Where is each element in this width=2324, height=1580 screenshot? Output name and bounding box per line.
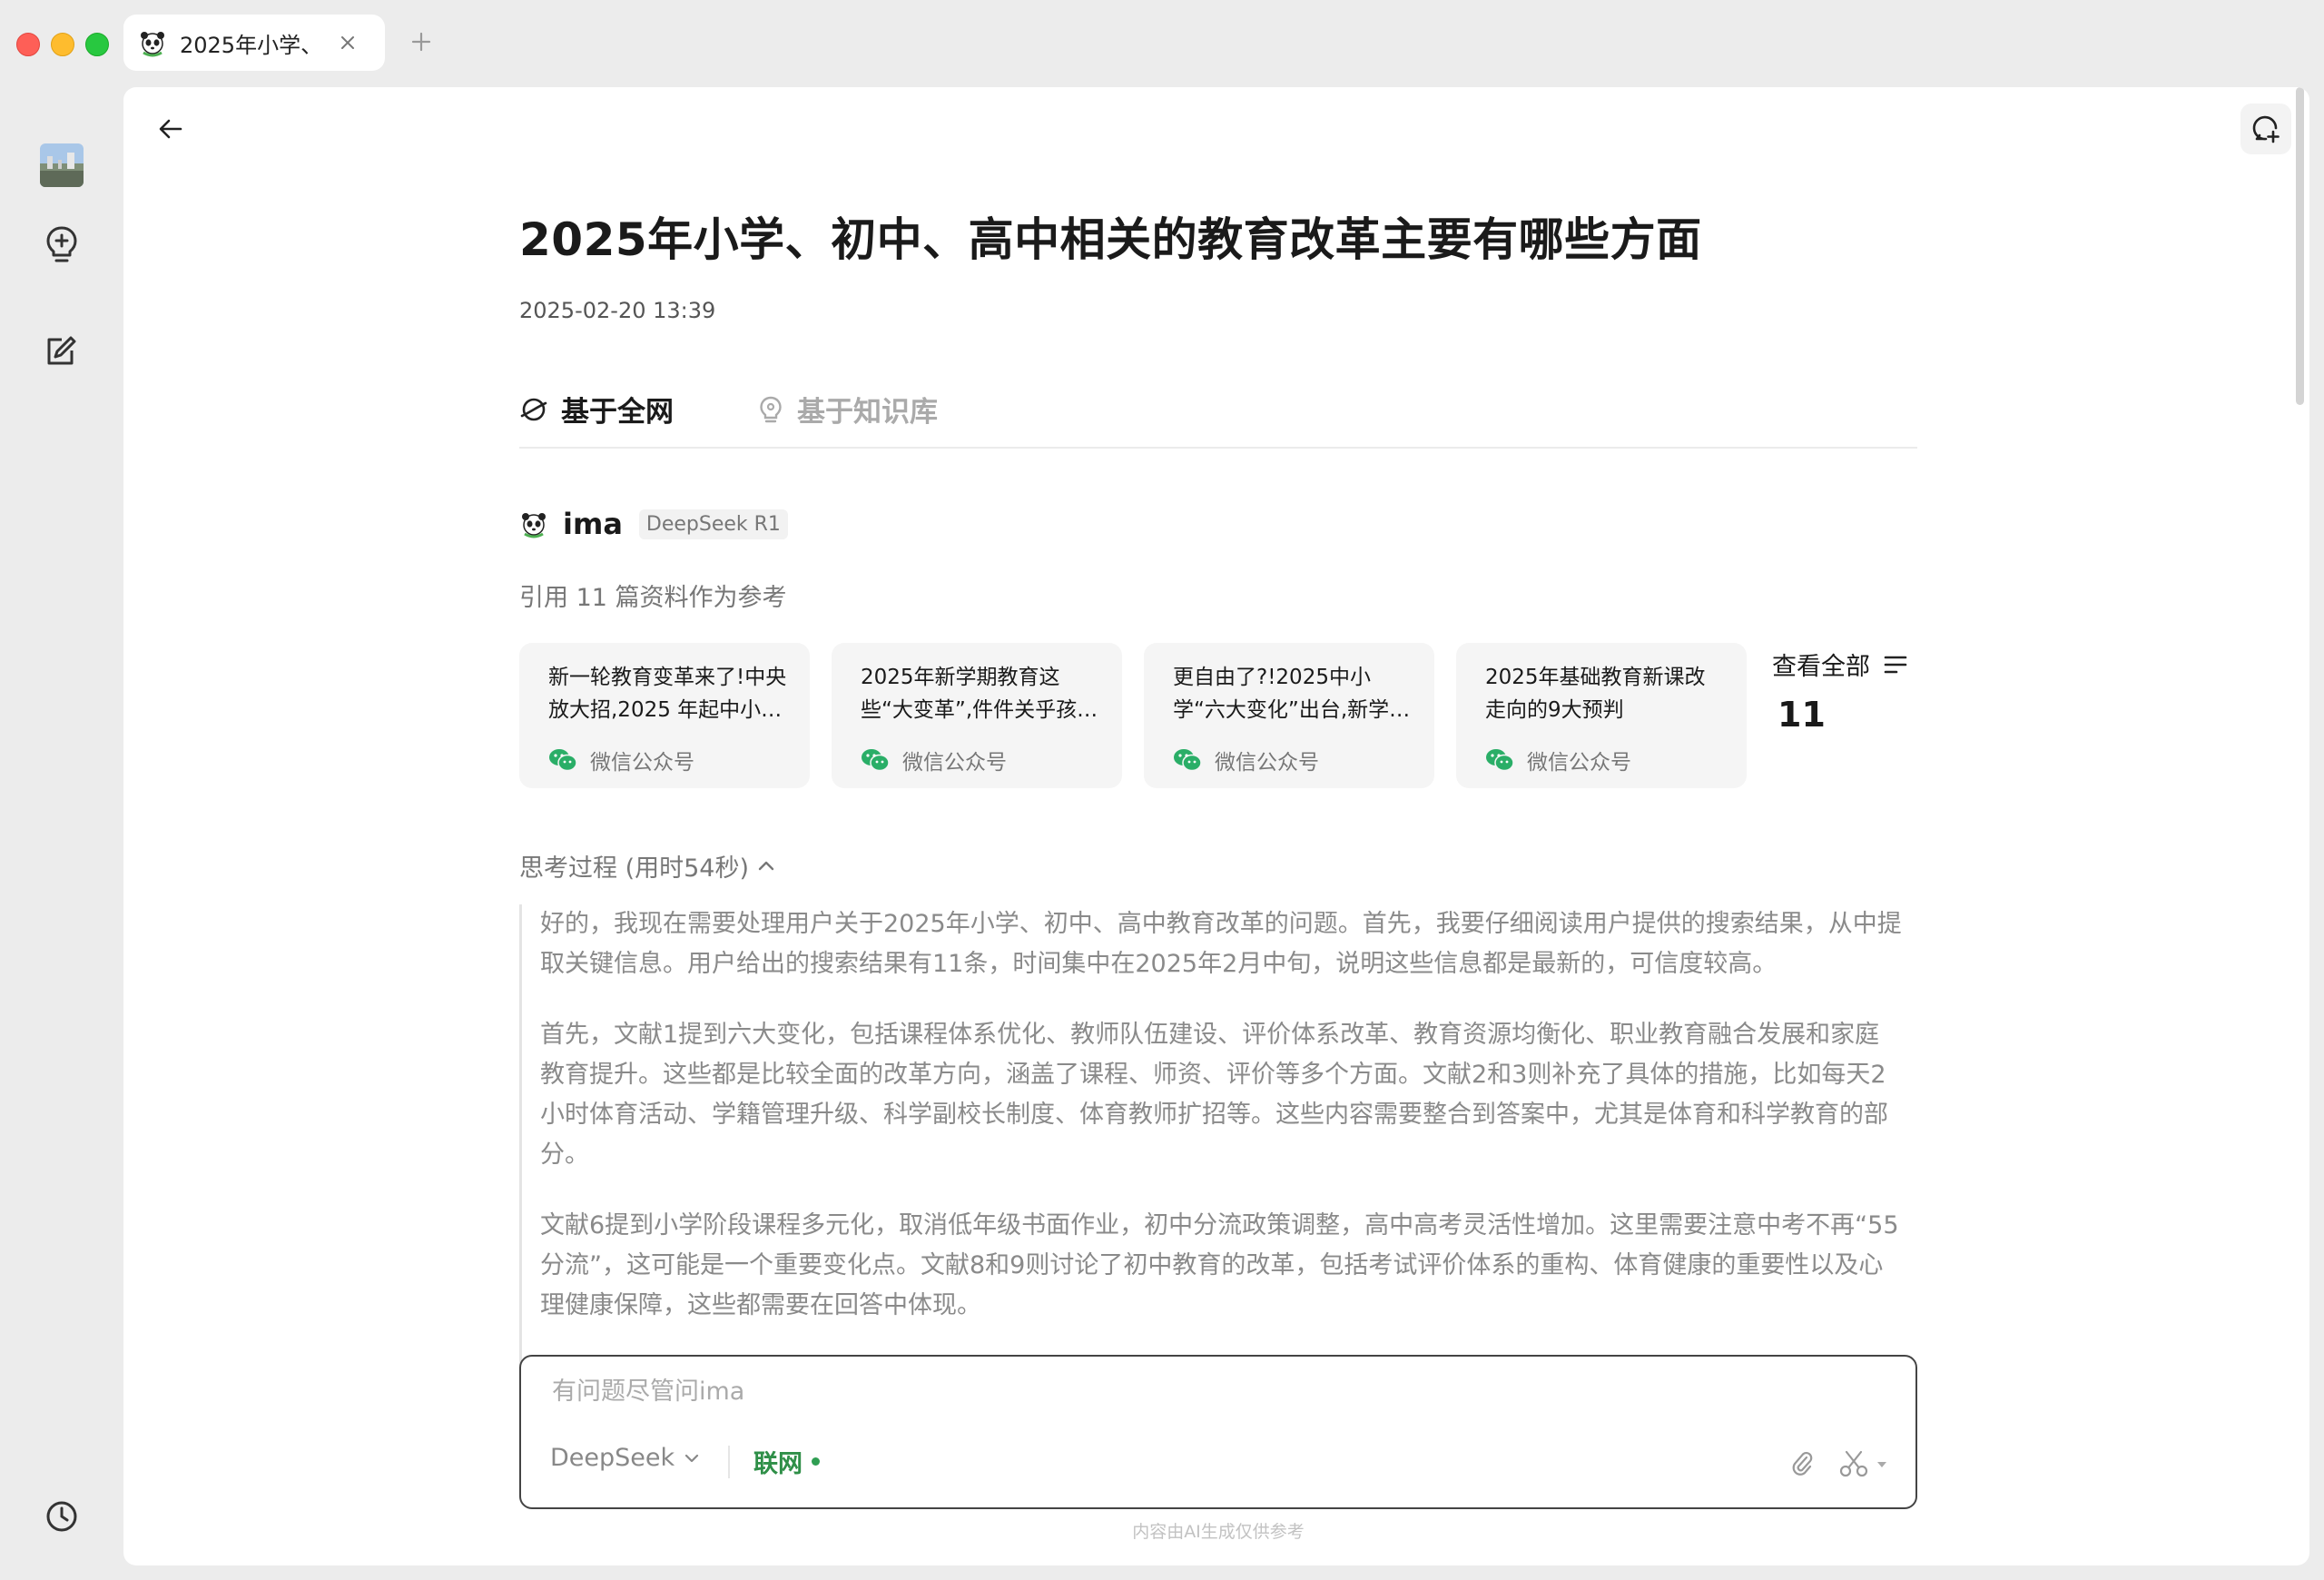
wechat-icon [1174,749,1202,772]
reference-source: 微信公众号 [1173,745,1319,775]
close-icon[interactable] [338,33,358,53]
sidebar-item-ask[interactable] [36,220,87,271]
reference-card[interactable]: 2025年基础教育新课改走向的9大预判 微信公众号 [1456,643,1747,788]
avatar[interactable] [40,143,84,187]
screenshot-options[interactable] [1876,1458,1888,1471]
reference-source: 微信公众号 [548,745,694,775]
question-input[interactable] [550,1377,1861,1407]
screenshot-button[interactable] [1836,1447,1872,1480]
web-search-label: 联网 [753,1450,803,1478]
reference-source-label: 微信公众号 [902,751,1007,775]
tab-knowledge-base-label: 基于知识库 [797,396,938,429]
page-title: 2025年小学、初中、高中相关的教育改革主要有哪些方面 [519,213,1702,266]
source-tabs: 基于全网 基于知识库 [519,376,1917,449]
reference-title: 新一轮教育变革来了!中央放大招,2025 年起中小学迎来六大变化 [548,666,787,722]
main-panel: 2025年小学、初中、高中相关的教育改革主要有哪些方面 2025-02-20 1… [123,87,2309,1565]
avatar-image [40,143,84,187]
chevron-down-icon [685,1454,699,1462]
model-selector[interactable]: DeepSeek [550,1444,702,1472]
back-button[interactable] [145,104,196,154]
scrollbar-thumb[interactable] [2296,87,2304,405]
references-label: 引用 11 篇资料作为参考 [519,584,787,612]
thinking-content: 好的，我现在需要处理用户关于2025年小学、初中、高中教育改革的问题。首先，我要… [519,904,1920,1431]
model-selector-label: DeepSeek [550,1444,675,1472]
thinking-paragraph: 首先，文献1提到六大变化，包括课程体系优化、教师队伍建设、评价体系改革、教育资源… [540,1021,1888,1169]
new-chat-button[interactable] [2240,104,2291,154]
reference-source-label: 微信公众号 [590,751,694,775]
scrollbar[interactable] [2291,87,2309,1565]
history-clock-icon [46,1501,77,1532]
sidebar-item-notes[interactable] [36,325,87,376]
chevron-up-icon [758,861,774,870]
wechat-icon [862,749,890,772]
lightbulb-plus-icon [46,226,77,262]
close-window-button[interactable] [16,33,40,56]
chat-plus-icon [2252,115,2280,143]
thinking-label: 思考过程 (用时54秒) [519,854,750,883]
plus-icon[interactable] [407,27,436,56]
panda-icon [522,513,546,538]
page-date: 2025-02-20 13:39 [519,298,716,323]
model-badge: DeepSeek R1 [638,509,788,539]
tab-web[interactable]: 基于全网 [519,389,674,430]
reference-title: 更自由了?!2025中小学“六大变化”出台,新学期家长必看 [1173,666,1411,722]
thinking-paragraph: 文献6提到小学阶段课程多元化，取消低年级书面作业，初中分流政策调整，高中高考灵活… [540,1211,1899,1319]
view-all-count: 11 [1777,695,1826,735]
thinking-toggle[interactable]: 思考过程 (用时54秒) [519,848,776,884]
list-icon [1884,656,1907,673]
sidebar [0,87,123,1580]
wechat-icon [1486,749,1514,772]
reference-card[interactable]: 更自由了?!2025中小学“六大变化”出台,新学期家长必看 微信公众号 [1144,643,1434,788]
tab-knowledge-base[interactable]: 基于知识库 [757,389,938,430]
bot-name: ima [563,507,623,541]
reference-card[interactable]: 新一轮教育变革来了!中央放大招,2025 年起中小学迎来六大变化 微信公众号 [519,643,810,788]
attach-button[interactable] [1787,1447,1819,1480]
view-all-references[interactable]: 查看全部 11 [1772,647,1908,735]
tab-title: 2025年小学、初中、高中相关的教育改革主要有哪些方面 [180,32,316,58]
thinking-paragraph: 好的，我现在需要处理用户关于2025年小学、初中、高中教育改革的问题。首先，我要… [540,910,1902,978]
arrow-left-icon [159,119,182,139]
reference-source: 微信公众号 [1485,745,1631,775]
tab-web-label: 基于全网 [561,396,674,429]
edit-note-icon [47,336,76,365]
caret-down-icon [1877,1462,1886,1467]
title-bar: 2025年小学、初中、高中相关的教育改革主要有哪些方面 [0,0,2324,87]
reference-card[interactable]: 2025年新学期教育这些“大变革”,件件关乎孩子未来 微信公众号 [832,643,1122,788]
ai-disclaimer: 内容由AI生成仅供参考 [1132,1522,1305,1542]
status-dot [812,1457,820,1466]
composer: DeepSeek 联网 [519,1355,1917,1509]
web-search-toggle[interactable]: 联网 [753,1444,820,1479]
bot-header: ima DeepSeek R1 [519,507,788,541]
view-all-label: 查看全部 [1772,653,1870,681]
browser-tab-active[interactable]: 2025年小学、初中、高中相关的教育改革主要有哪些方面 [123,15,385,71]
reference-title: 2025年基础教育新课改走向的9大预判 [1485,666,1706,722]
lightbulb-icon [760,396,782,422]
reference-source: 微信公众号 [861,745,1007,775]
panda-icon [141,32,164,57]
sidebar-item-history[interactable] [36,1491,87,1542]
reference-source-label: 微信公众号 [1215,751,1319,775]
minimize-window-button[interactable] [51,33,74,56]
divider [728,1446,730,1478]
reference-source-label: 微信公众号 [1527,751,1631,775]
reference-title: 2025年新学期教育这些“大变革”,件件关乎孩子未来 [861,666,1098,722]
scissors-icon [1839,1450,1868,1477]
wechat-icon [549,749,577,772]
zoom-window-button[interactable] [85,33,109,56]
paperclip-icon [1792,1451,1813,1476]
globe-icon [520,398,547,420]
